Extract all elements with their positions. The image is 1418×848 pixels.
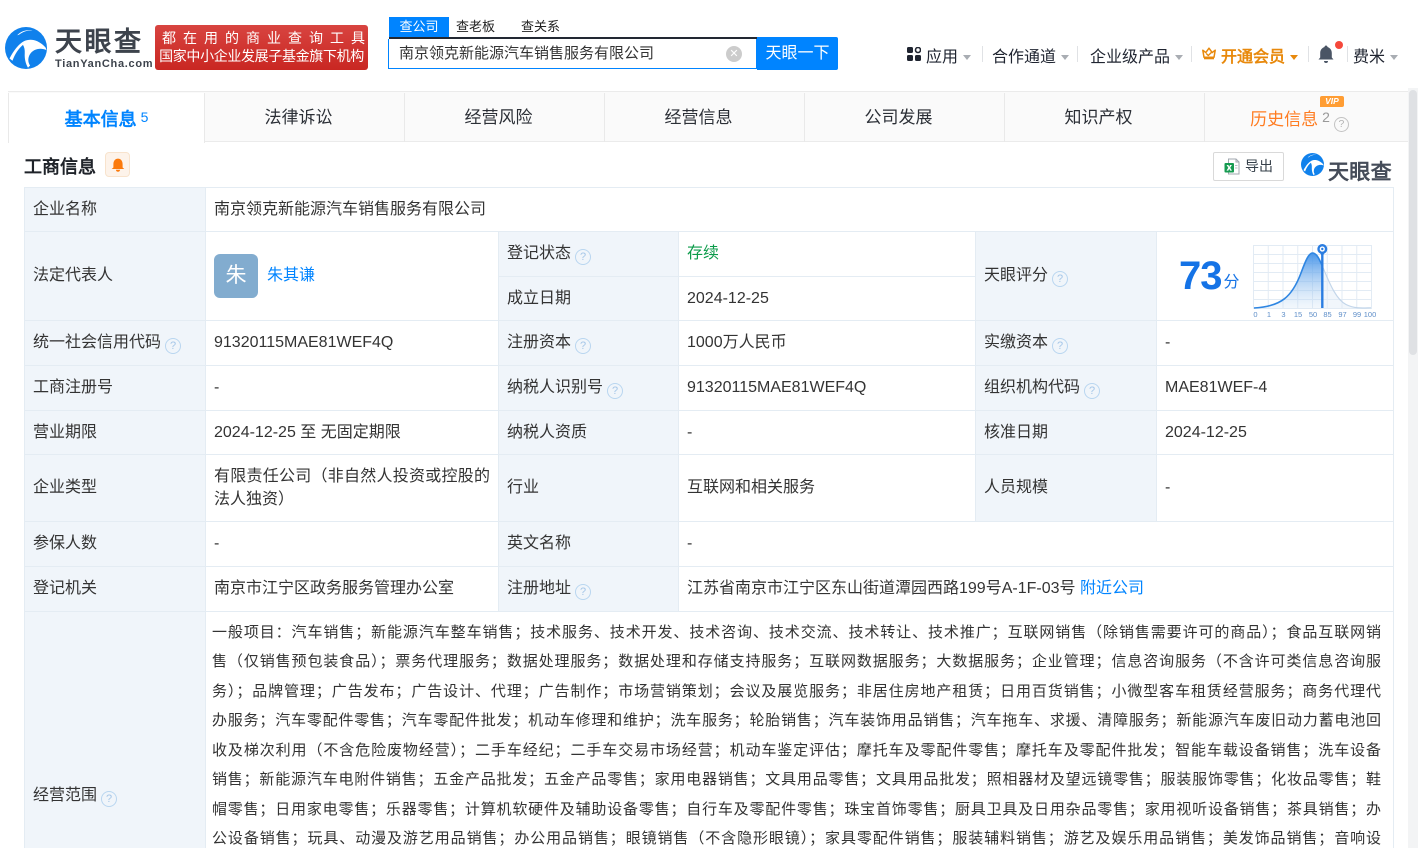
svg-text:0: 0 bbox=[1253, 310, 1257, 319]
svg-text:50: 50 bbox=[1308, 310, 1316, 319]
svg-text:99: 99 bbox=[1352, 310, 1360, 319]
svg-text:15: 15 bbox=[1293, 310, 1301, 319]
svg-text:85: 85 bbox=[1323, 310, 1331, 319]
svg-text:97: 97 bbox=[1338, 310, 1346, 319]
svg-text:1: 1 bbox=[1266, 310, 1270, 319]
svg-text:3: 3 bbox=[1281, 310, 1285, 319]
svg-text:100: 100 bbox=[1363, 310, 1376, 319]
